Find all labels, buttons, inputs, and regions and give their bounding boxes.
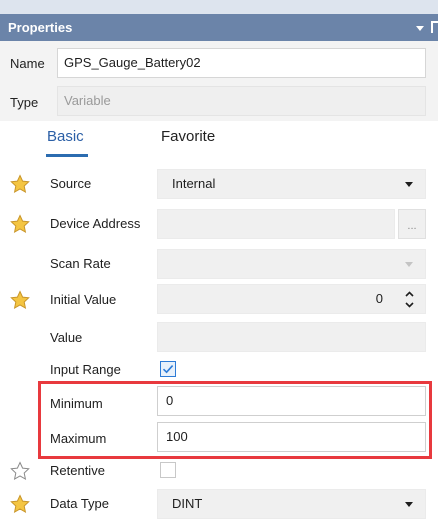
pin-icon[interactable] [431, 21, 438, 33]
source-label: Source [50, 176, 92, 191]
browse-button[interactable]: ... [398, 209, 426, 239]
object-header: Name GPS_Gauge_Battery02 Type Variable [0, 41, 438, 121]
type-field: Variable [57, 86, 426, 116]
properties-title-bar: Properties [0, 14, 438, 41]
favorite-star-icon[interactable] [10, 174, 30, 194]
input-range-label: Input Range [50, 362, 121, 377]
name-label: Name [10, 56, 45, 71]
device-address-label: Device Address [50, 216, 141, 231]
favorite-star-icon[interactable] [10, 494, 30, 514]
chevron-up-icon[interactable] [405, 290, 414, 299]
initial-value-spinner[interactable]: 0 [157, 284, 426, 314]
tab-favorite[interactable]: Favorite [161, 128, 215, 145]
row-value: Value [0, 318, 438, 358]
tab-basic[interactable]: Basic [47, 128, 84, 145]
source-dropdown[interactable]: Internal [157, 169, 426, 199]
chevron-down-icon [405, 182, 413, 187]
row-scan-rate: Scan Rate [0, 244, 438, 284]
input-range-checkbox[interactable] [160, 361, 176, 377]
name-field[interactable]: GPS_Gauge_Battery02 [57, 48, 426, 78]
data-type-label: Data Type [50, 496, 110, 511]
chevron-down-icon [405, 502, 413, 507]
initial-value-value: 0 [375, 291, 383, 306]
active-tab-underline [46, 154, 88, 157]
favorite-star-icon[interactable] [10, 290, 30, 310]
panel-menu-chevron-icon[interactable] [416, 26, 424, 31]
value-label: Value [50, 330, 83, 345]
row-initial-value: Initial Value 0 [0, 280, 438, 320]
source-value: Internal [172, 176, 216, 191]
scan-rate-label: Scan Rate [50, 256, 111, 271]
data-type-value: DINT [172, 496, 203, 511]
device-address-field[interactable] [157, 209, 395, 239]
top-strip [0, 0, 438, 14]
highlight-box [38, 381, 432, 459]
row-source: Source Internal [0, 164, 438, 204]
type-label: Type [10, 95, 39, 110]
data-type-dropdown[interactable]: DINT [157, 489, 426, 519]
favorite-star-icon[interactable] [10, 214, 30, 234]
retentive-label: Retentive [50, 463, 105, 478]
retentive-checkbox[interactable] [160, 462, 176, 478]
checkmark-icon [162, 365, 174, 374]
favorite-star-outline-icon[interactable] [10, 461, 30, 481]
scan-rate-dropdown[interactable] [157, 249, 426, 279]
chevron-down-icon [405, 262, 413, 267]
row-device-address: Device Address ... [0, 204, 438, 244]
panel-title: Properties [8, 20, 73, 35]
row-data-type: Data Type DINT [0, 484, 438, 524]
value-field[interactable] [157, 322, 426, 352]
chevron-down-icon[interactable] [405, 300, 414, 309]
initial-value-label: Initial Value [50, 292, 117, 307]
